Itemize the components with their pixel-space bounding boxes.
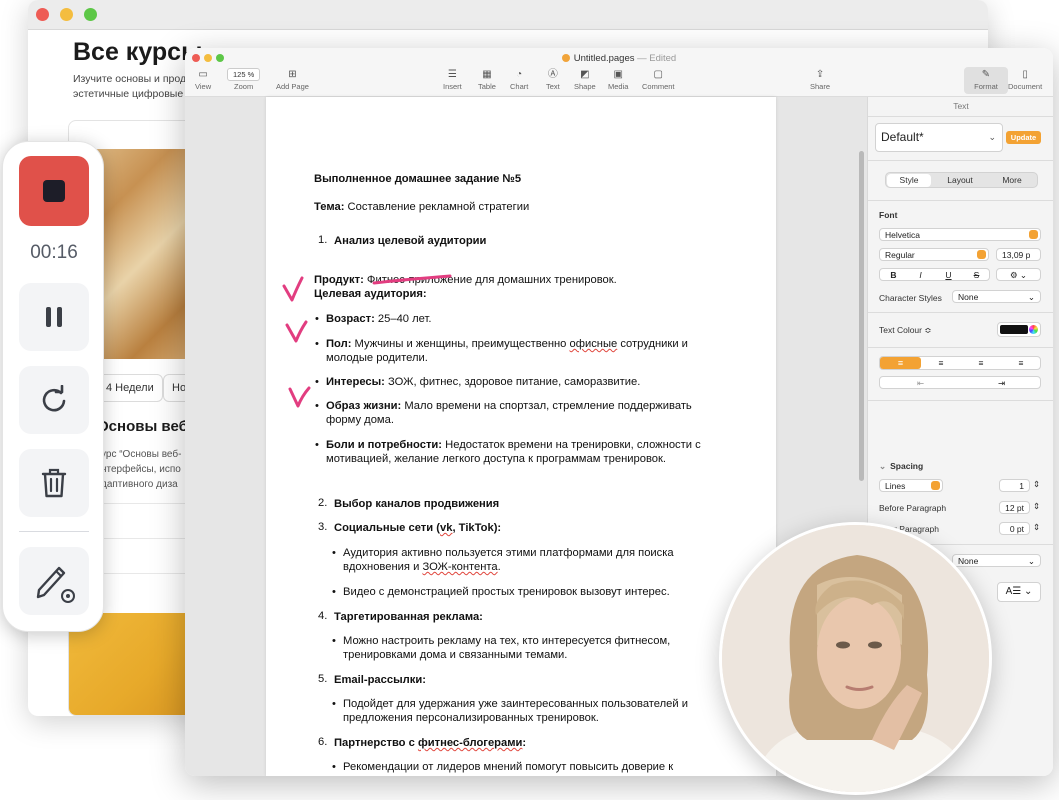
webcam-bubble[interactable] xyxy=(719,522,992,795)
checkmark-annotation xyxy=(288,386,311,408)
webcam-person-image xyxy=(722,525,989,792)
checkmark-annotation xyxy=(282,276,304,302)
checkmark-annotation xyxy=(285,320,308,343)
underline-annotation xyxy=(372,274,452,285)
